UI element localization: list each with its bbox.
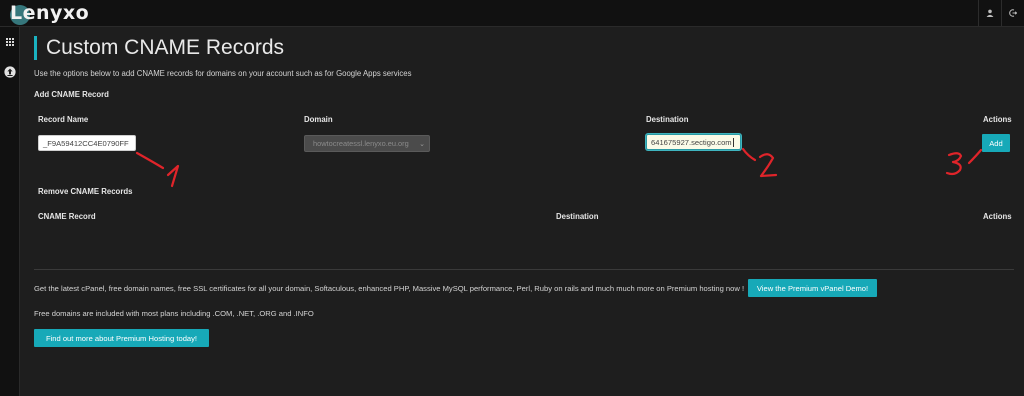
annotation-arrow-3 — [967, 148, 983, 165]
annotation-number-3 — [945, 152, 963, 176]
annotation-number-2 — [758, 153, 778, 178]
annotation-overlay — [135, 147, 983, 188]
annotation-arrow-2 — [741, 147, 757, 162]
annotation-number-1 — [166, 164, 180, 188]
annotation-arrow-1 — [135, 151, 165, 170]
